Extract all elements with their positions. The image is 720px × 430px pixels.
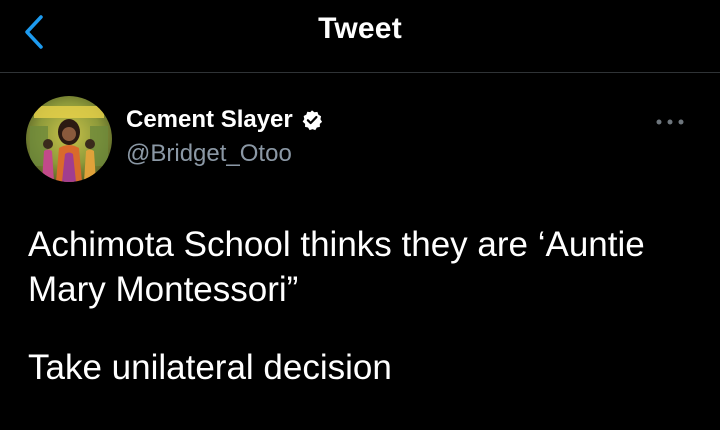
tweet-text-paragraph: Achimota School thinks they are ‘Auntie …	[28, 225, 645, 309]
page-title: Tweet	[318, 12, 402, 45]
author-display-name: Cement Slayer	[126, 106, 293, 133]
header-divider	[0, 72, 720, 73]
author-name-row[interactable]: Cement Slayer	[126, 106, 323, 134]
verified-badge-icon	[302, 110, 322, 131]
tweet-text-paragraph: Take unilateral decision	[28, 348, 392, 387]
top-bar: Tweet	[0, 0, 720, 72]
author-handle[interactable]: @Bridget_Otoo	[126, 140, 292, 168]
more-horizontal-icon	[656, 119, 684, 125]
avatar-image	[26, 96, 112, 182]
more-options-button[interactable]	[650, 112, 690, 132]
avatar[interactable]	[26, 96, 112, 182]
